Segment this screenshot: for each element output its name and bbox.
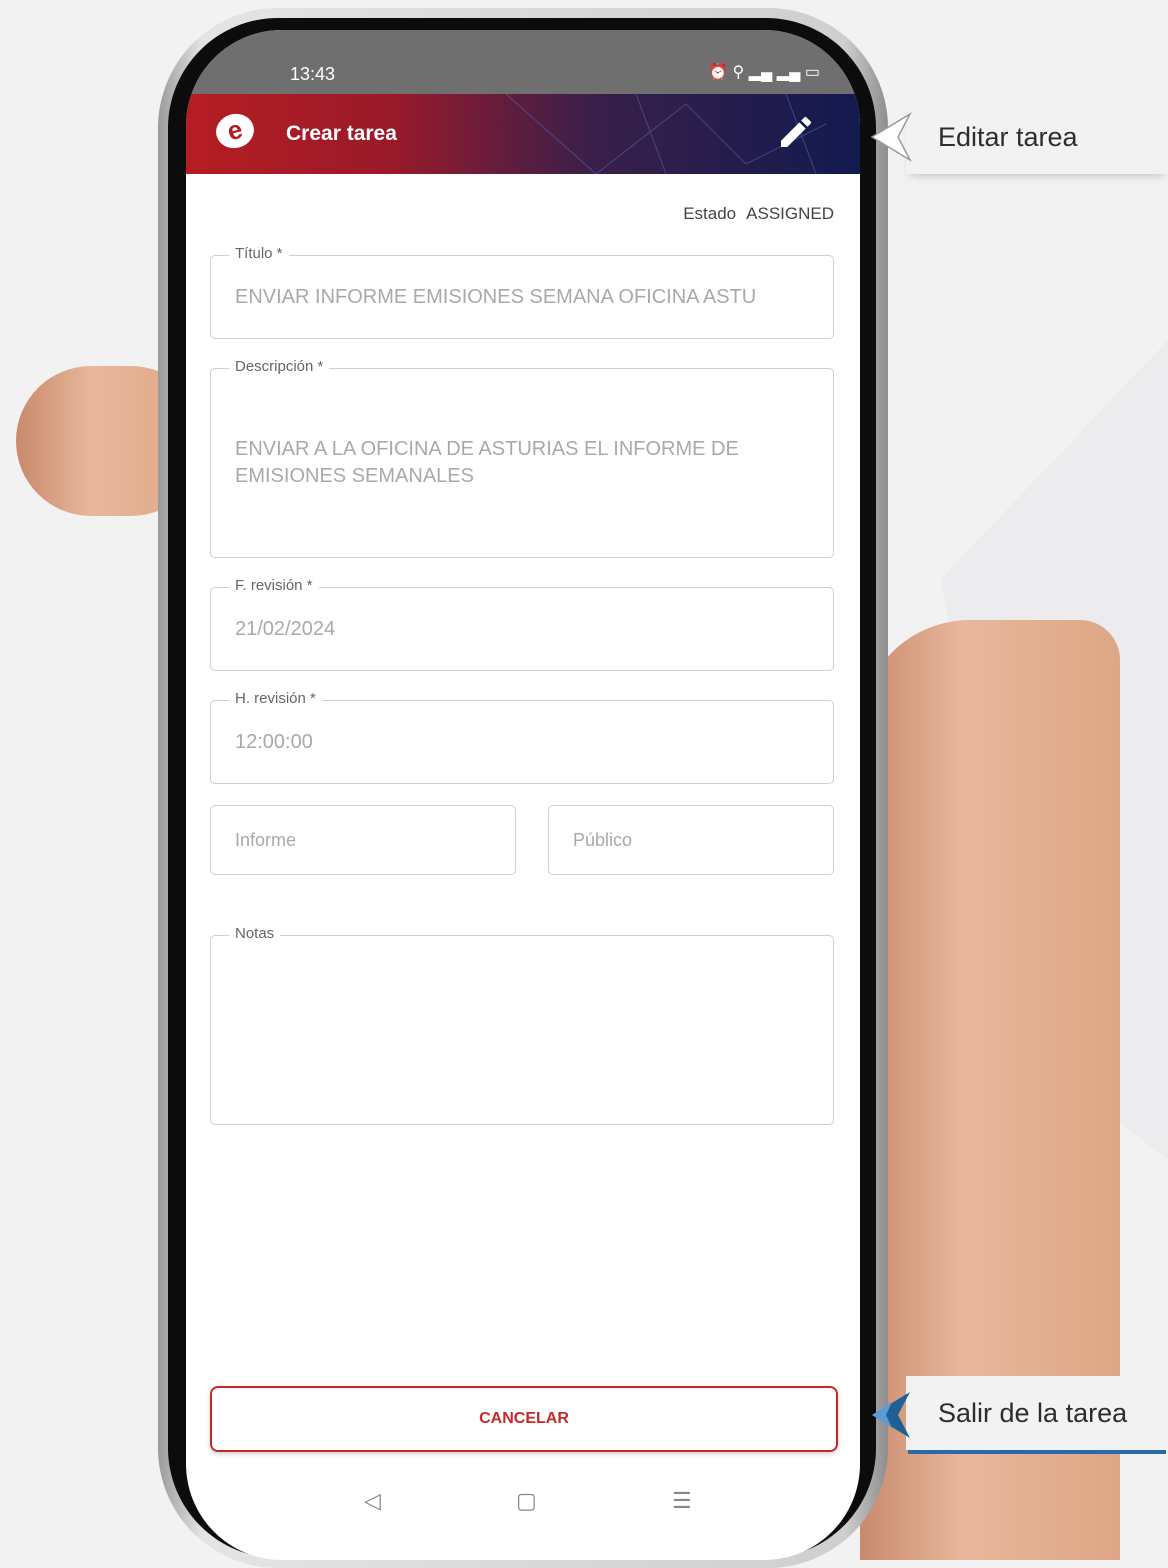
callout-exit: Salir de la tarea	[906, 1376, 1168, 1450]
notas-label: Notas	[229, 925, 281, 942]
informe-select[interactable]: Informe	[210, 805, 516, 875]
h-revision-label: H. revisión *	[229, 690, 322, 707]
edit-button[interactable]	[776, 112, 816, 152]
publico-placeholder: Público	[573, 830, 633, 850]
h-revision-value: 12:00:00	[235, 731, 313, 753]
menu-nav-icon[interactable]: ☰	[672, 1488, 692, 1514]
informe-placeholder: Informe	[235, 830, 297, 850]
callout-edit-text: Editar tarea	[938, 122, 1078, 152]
publico-select[interactable]: Público	[548, 805, 834, 875]
home-nav-icon[interactable]: ▢	[516, 1488, 537, 1514]
titulo-value: ENVIAR INFORME EMISIONES SEMANA OFICINA …	[235, 286, 757, 308]
callout-exit-arrow-icon	[872, 1392, 910, 1438]
descripcion-field[interactable]: Descripción * ENVIAR A LA OFICINA DE AST…	[210, 358, 834, 558]
page-title: Crear tarea	[286, 122, 397, 145]
cancel-button[interactable]: CANCELAR	[210, 1386, 838, 1452]
descripcion-label: Descripción *	[229, 358, 330, 375]
phone-screen: 13:43 ⏰ ⚲ ▂▄ ▂▄ ▭ e Crear tarea Estado AS…	[186, 30, 860, 1560]
callout-exit-text: Salir de la tarea	[938, 1398, 1128, 1428]
f-revision-value: 21/02/2024	[235, 618, 336, 640]
app-bar: e Crear tarea	[186, 94, 860, 174]
status-bar: 13:43 ⏰ ⚲ ▂▄ ▂▄ ▭	[186, 30, 860, 94]
notas-field[interactable]: Notas	[210, 925, 834, 1125]
estado-label: Estado	[683, 204, 737, 223]
status-icons: ⏰ ⚲ ▂▄ ▂▄ ▭	[708, 64, 820, 81]
estado-value: ASSIGNED	[746, 204, 834, 223]
callout-edit-arrow-icon	[870, 111, 912, 163]
status-time: 13:43	[290, 64, 336, 84]
titulo-label: Título *	[229, 245, 289, 262]
f-revision-field[interactable]: F. revisión * 21/02/2024	[210, 577, 834, 671]
system-nav-bar: ◁ ▢ ☰	[186, 1470, 860, 1540]
descripcion-value: ENVIAR A LA OFICINA DE ASTURIAS EL INFOR…	[235, 438, 739, 487]
pencil-icon	[781, 116, 812, 147]
app-logo: e	[212, 109, 258, 153]
h-revision-field[interactable]: H. revisión * 12:00:00	[210, 690, 834, 784]
status-label: Estado ASSIGNED	[683, 204, 834, 224]
callout-edit: Editar tarea	[906, 100, 1168, 174]
f-revision-label: F. revisión *	[229, 577, 319, 594]
back-nav-icon[interactable]: ◁	[364, 1488, 381, 1514]
titulo-field[interactable]: Título * ENVIAR INFORME EMISIONES SEMANA…	[210, 245, 834, 339]
